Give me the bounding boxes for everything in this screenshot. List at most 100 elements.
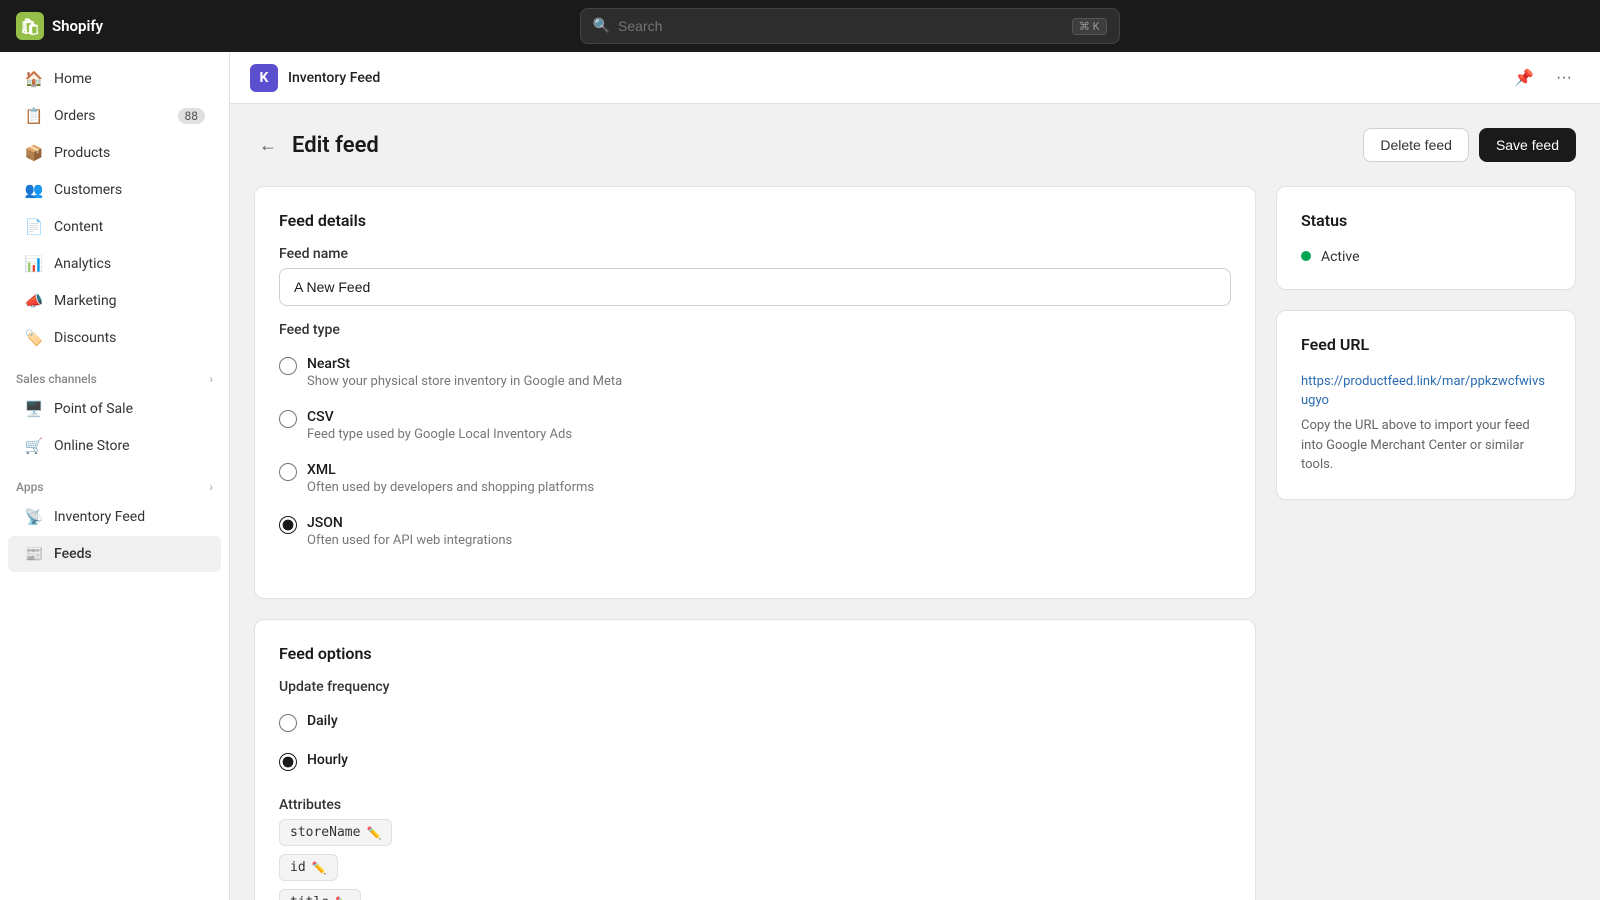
sales-channels-label: Sales channels	[16, 372, 97, 386]
page-header-right: Delete feed Save feed	[1363, 128, 1576, 162]
feed-type-xml[interactable]: XML Often used by developers and shoppin…	[279, 452, 1231, 505]
feed-type-json[interactable]: JSON Often used for API web integrations	[279, 505, 1231, 558]
apps-label: Apps	[16, 480, 44, 494]
csv-radio[interactable]	[279, 410, 297, 428]
inventory-feed-icon: 📡	[24, 507, 44, 527]
feed-type-nearst[interactable]: NearSt Show your physical store inventor…	[279, 346, 1231, 399]
edit-icon: ✏️	[335, 896, 350, 900]
sidebar-item-analytics[interactable]: 📊 Analytics	[8, 246, 221, 282]
feed-type-csv[interactable]: CSV Feed type used by Google Local Inven…	[279, 399, 1231, 452]
right-column: Status Active Feed URL https://productfe…	[1276, 186, 1576, 900]
marketing-icon: 📣	[24, 291, 44, 311]
search-icon: 🔍	[593, 18, 610, 34]
sidebar-item-label: Online Store	[54, 438, 130, 454]
feed-details-card: Feed details Feed name Feed type	[254, 186, 1256, 599]
daily-label: Daily	[307, 713, 338, 729]
sidebar-item-label: Orders	[54, 108, 96, 124]
orders-icon: 📋	[24, 106, 44, 126]
sidebar-item-label: Customers	[54, 182, 122, 198]
sidebar-item-content[interactable]: 📄 Content	[8, 209, 221, 245]
app-icon: K	[250, 64, 278, 92]
sidebar-nav: 🏠 Home 📋 Orders 88 📦 Products 👥 Customer…	[0, 52, 229, 581]
hourly-label: Hourly	[307, 752, 348, 768]
status-row: Active	[1301, 246, 1551, 265]
sidebar-item-label: Discounts	[54, 330, 116, 346]
daily-radio[interactable]	[279, 714, 297, 732]
nearst-label-group: NearSt Show your physical store inventor…	[307, 356, 622, 389]
sidebar-item-orders[interactable]: 📋 Orders 88	[8, 98, 221, 134]
feed-url-title: Feed URL	[1301, 335, 1551, 354]
sidebar-item-discounts[interactable]: 🏷️ Discounts	[8, 320, 221, 356]
left-column: Feed details Feed name Feed type	[254, 186, 1256, 900]
logo[interactable]: 🛍 Shopify	[16, 12, 103, 40]
status-card: Status Active	[1276, 186, 1576, 290]
status-label: Active	[1321, 249, 1360, 265]
update-frequency-label: Update frequency	[279, 679, 1231, 695]
apps-header[interactable]: Apps ›	[0, 472, 229, 498]
sidebar-item-pos[interactable]: 🖥️ Point of Sale	[8, 391, 221, 427]
attribute-title[interactable]: title ✏️	[279, 889, 361, 900]
nearst-desc: Show your physical store inventory in Go…	[307, 374, 622, 389]
xml-radio[interactable]	[279, 463, 297, 481]
search-shortcut: ⌘ K	[1072, 18, 1107, 35]
sidebar-item-products[interactable]: 📦 Products	[8, 135, 221, 171]
frequency-radio-group: Daily Hourly	[279, 703, 1231, 781]
feeds-icon: 📰	[24, 544, 44, 564]
attribute-id[interactable]: id ✏️	[279, 854, 338, 881]
status-dot	[1301, 251, 1311, 261]
content-area: K Inventory Feed 📌 ··· ← Edit feed Delet…	[230, 52, 1600, 900]
customers-icon: 👥	[24, 180, 44, 200]
page-content: ← Edit feed Delete feed Save feed Feed d…	[230, 104, 1600, 900]
nearst-label: NearSt	[307, 356, 622, 372]
logo-text: Shopify	[52, 17, 103, 35]
sidebar-item-label: Inventory Feed	[54, 509, 145, 525]
hourly-radio[interactable]	[279, 753, 297, 771]
attribute-storeName[interactable]: storeName ✏️	[279, 819, 392, 846]
search-bar[interactable]: 🔍 ⌘ K	[580, 8, 1120, 44]
xml-label-group: XML Often used by developers and shoppin…	[307, 462, 594, 495]
sidebar-item-label: Point of Sale	[54, 401, 133, 417]
online-store-icon: 🛒	[24, 436, 44, 456]
more-options-button[interactable]: ···	[1548, 62, 1580, 94]
back-button[interactable]: ←	[254, 131, 282, 159]
search-input[interactable]	[618, 18, 1064, 34]
edit-icon: ✏️	[366, 826, 381, 840]
feed-url-link[interactable]: https://productfeed.link/mar/ppkzwcfwivs…	[1301, 374, 1545, 408]
chevron-right-icon: ›	[209, 480, 213, 494]
sidebar-item-inventory-feed[interactable]: 📡 Inventory Feed	[8, 499, 221, 535]
sidebar-item-customers[interactable]: 👥 Customers	[8, 172, 221, 208]
nearst-radio[interactable]	[279, 357, 297, 375]
sales-channels-header[interactable]: Sales channels ›	[0, 364, 229, 390]
update-frequency-group: Update frequency Daily Hourly	[279, 679, 1231, 781]
sidebar-item-feeds[interactable]: 📰 Feeds	[8, 536, 221, 572]
save-feed-button[interactable]: Save feed	[1479, 128, 1576, 162]
sidebar-item-label: Home	[54, 71, 92, 87]
attributes-list: storeName ✏️ id ✏️ title ✏️	[279, 819, 1231, 900]
sidebar-item-marketing[interactable]: 📣 Marketing	[8, 283, 221, 319]
sidebar: 🏠 Home 📋 Orders 88 📦 Products 👥 Customer…	[0, 52, 230, 900]
sidebar-item-label: Marketing	[54, 293, 117, 309]
delete-feed-button[interactable]: Delete feed	[1363, 128, 1469, 162]
frequency-hourly[interactable]: Hourly	[279, 742, 1231, 781]
attributes-group: Attributes storeName ✏️ id ✏️	[279, 797, 1231, 900]
discounts-icon: 🏷️	[24, 328, 44, 348]
edit-grid: Feed details Feed name Feed type	[254, 186, 1576, 900]
json-label-group: JSON Often used for API web integrations	[307, 515, 512, 548]
xml-label: XML	[307, 462, 594, 478]
attribute-name: id	[290, 860, 306, 875]
json-desc: Often used for API web integrations	[307, 533, 512, 548]
json-label: JSON	[307, 515, 512, 531]
page-title: Edit feed	[292, 133, 379, 158]
json-radio[interactable]	[279, 516, 297, 534]
sub-header: K Inventory Feed 📌 ···	[230, 52, 1600, 104]
frequency-daily[interactable]: Daily	[279, 703, 1231, 742]
feed-name-input[interactable]	[279, 268, 1231, 306]
feed-type-group: Feed type NearSt Show your physical stor…	[279, 322, 1231, 558]
sidebar-item-home[interactable]: 🏠 Home	[8, 61, 221, 97]
pos-icon: 🖥️	[24, 399, 44, 419]
sidebar-item-online-store[interactable]: 🛒 Online Store	[8, 428, 221, 464]
pin-button[interactable]: 📌	[1508, 62, 1540, 94]
sub-header-title: Inventory Feed	[288, 70, 380, 86]
feed-url-card: Feed URL https://productfeed.link/mar/pp…	[1276, 310, 1576, 500]
csv-desc: Feed type used by Google Local Inventory…	[307, 427, 572, 442]
